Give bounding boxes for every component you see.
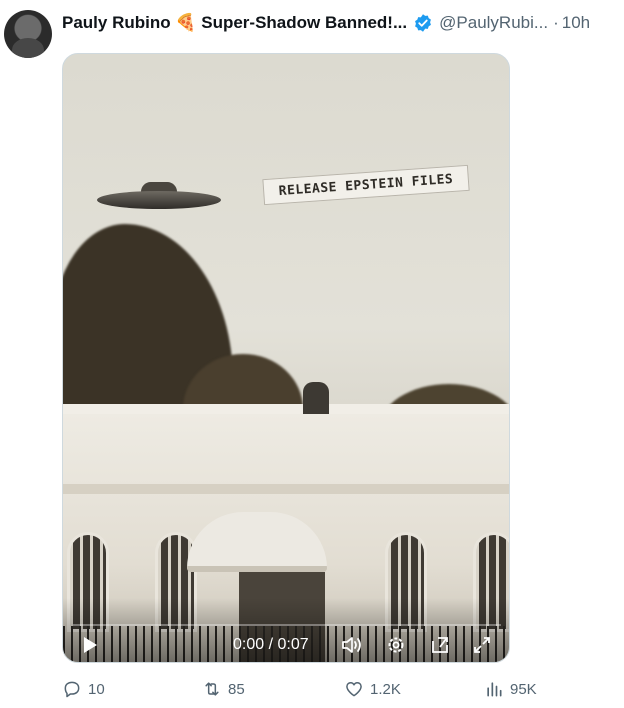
separator-dot: · (553, 13, 559, 32)
settings-gear-icon (388, 637, 404, 653)
verified-badge-icon (415, 14, 432, 32)
post-timestamp[interactable]: 10h (562, 13, 590, 33)
like-count: 1.2K (370, 680, 401, 698)
volume-icon (342, 637, 361, 653)
post-actions: 10 85 1.2K 95K (62, 678, 582, 700)
video-player[interactable]: RELEASE EPSTEIN FILES 0:00 / 0:07 (62, 53, 510, 663)
fullscreen-icon (474, 637, 490, 653)
post-header: Pauly Rubino 🍕 Super-Shadow Banned!... @… (62, 12, 618, 34)
view-count: 95K (510, 680, 537, 698)
play-icon (84, 637, 97, 653)
author-name[interactable]: Pauly Rubino 🍕 Super-Shadow Banned!... (62, 13, 407, 33)
views-button[interactable]: 95K (484, 678, 537, 700)
avatar[interactable] (4, 10, 52, 58)
like-button[interactable]: 1.2K (344, 678, 401, 700)
play-button[interactable] (81, 634, 99, 656)
repost-button[interactable]: 85 (202, 678, 245, 700)
ufo-image (97, 182, 221, 210)
like-icon (346, 682, 362, 697)
picture-in-picture-button[interactable] (429, 634, 451, 656)
repost-count: 85 (228, 680, 245, 698)
reply-count: 10 (88, 680, 105, 698)
video-timecode: 0:00 / 0:07 (233, 636, 309, 653)
volume-button[interactable] (341, 634, 363, 656)
settings-button[interactable] (385, 634, 407, 656)
views-icon (487, 682, 502, 697)
repost-icon (205, 682, 219, 696)
aerial-banner-text: RELEASE EPSTEIN FILES (262, 164, 470, 206)
building-cornice (63, 484, 509, 494)
video-controls: 0:00 / 0:07 (63, 598, 509, 662)
reply-icon (64, 681, 80, 698)
picture-in-picture-icon (432, 637, 448, 653)
author-handle[interactable]: @PaulyRubi... (439, 13, 548, 33)
reply-button[interactable]: 10 (62, 678, 105, 700)
progress-bar[interactable] (73, 624, 501, 626)
fullscreen-button[interactable] (471, 634, 493, 656)
